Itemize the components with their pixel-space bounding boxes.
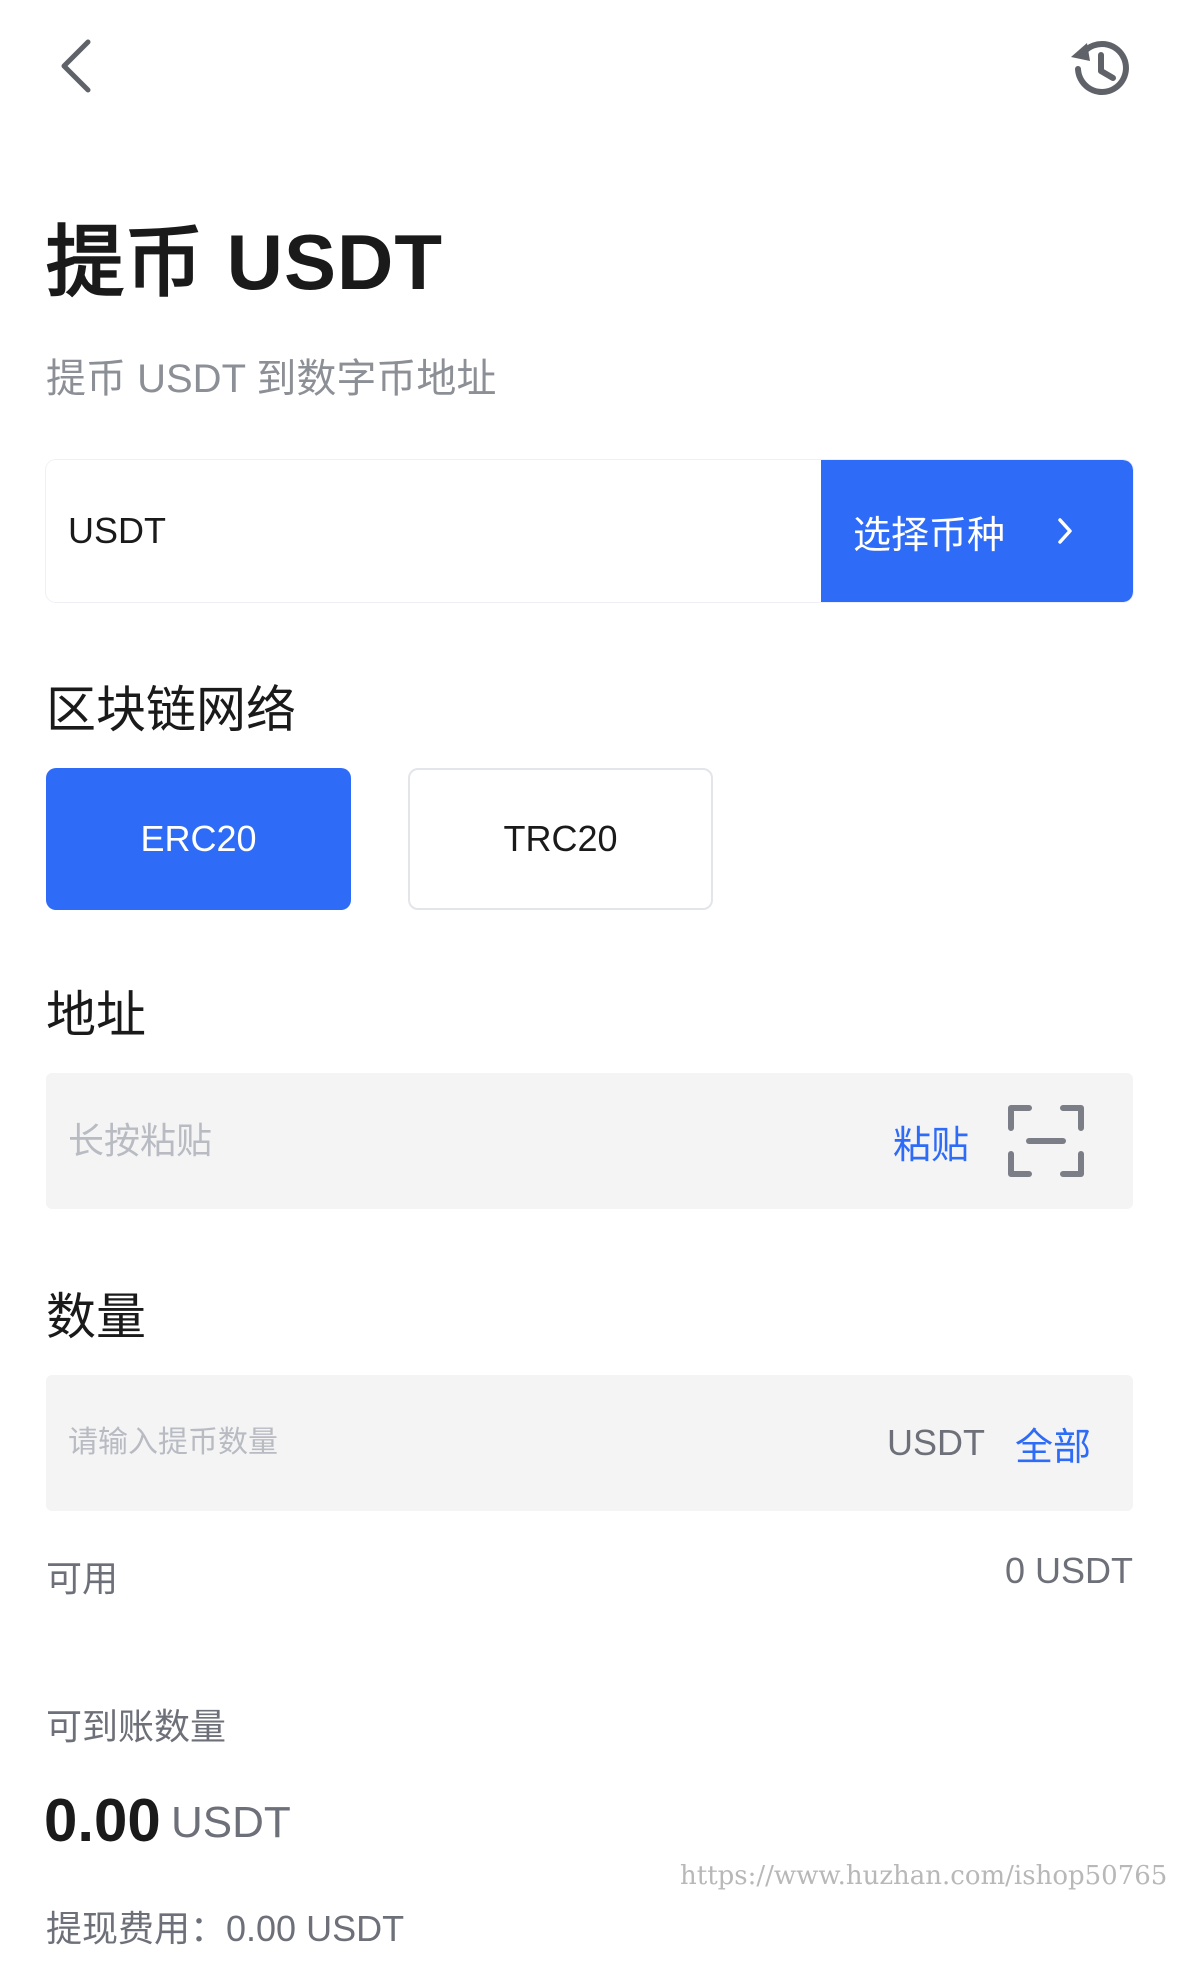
watermark: https://www.huzhan.com/ishop50765 — [680, 1861, 1168, 1891]
page-title: 提币 USDT — [46, 218, 444, 306]
coin-value: USDT — [46, 460, 821, 602]
address-input[interactable] — [46, 1119, 893, 1163]
chevron-right-icon — [1058, 518, 1072, 544]
network-option-erc20[interactable]: ERC20 — [46, 768, 351, 910]
page-subtitle: 提币 USDT 到数字币地址 — [46, 357, 497, 401]
address-label: 地址 — [46, 987, 146, 1043]
address-field: 粘贴 — [46, 1073, 1133, 1209]
network-label: 区块链网络 — [46, 682, 296, 738]
available-value: 0 USDT — [1004, 1550, 1133, 1591]
quantity-unit: USDT — [886, 1422, 985, 1463]
history-button[interactable] — [1064, 33, 1134, 103]
all-button[interactable]: 全部 — [1015, 1416, 1091, 1471]
quantity-field: USDT 全部 — [46, 1375, 1133, 1511]
quantity-label: 数量 — [46, 1289, 146, 1345]
network-option-trc20[interactable]: TRC20 — [408, 768, 713, 910]
receivable-amount: 0.00 — [44, 1787, 161, 1854]
select-coin-button[interactable]: 选择币种 — [821, 460, 1133, 602]
fee-text: 提现费用：0.00 USDT — [46, 1908, 405, 1949]
scan-icon[interactable] — [1005, 1100, 1087, 1182]
receivable-unit: USDT — [171, 1798, 291, 1847]
paste-button[interactable]: 粘贴 — [893, 1114, 969, 1169]
quantity-input[interactable] — [46, 1425, 887, 1461]
receivable-label: 可到账数量 — [46, 1706, 227, 1747]
coin-selector: USDT 选择币种 — [46, 460, 1133, 602]
select-coin-label: 选择币种 — [853, 514, 1006, 557]
history-icon — [1071, 40, 1129, 95]
back-button[interactable] — [52, 36, 102, 96]
available-label: 可用 — [46, 1558, 119, 1599]
chevron-left-icon — [61, 39, 91, 93]
